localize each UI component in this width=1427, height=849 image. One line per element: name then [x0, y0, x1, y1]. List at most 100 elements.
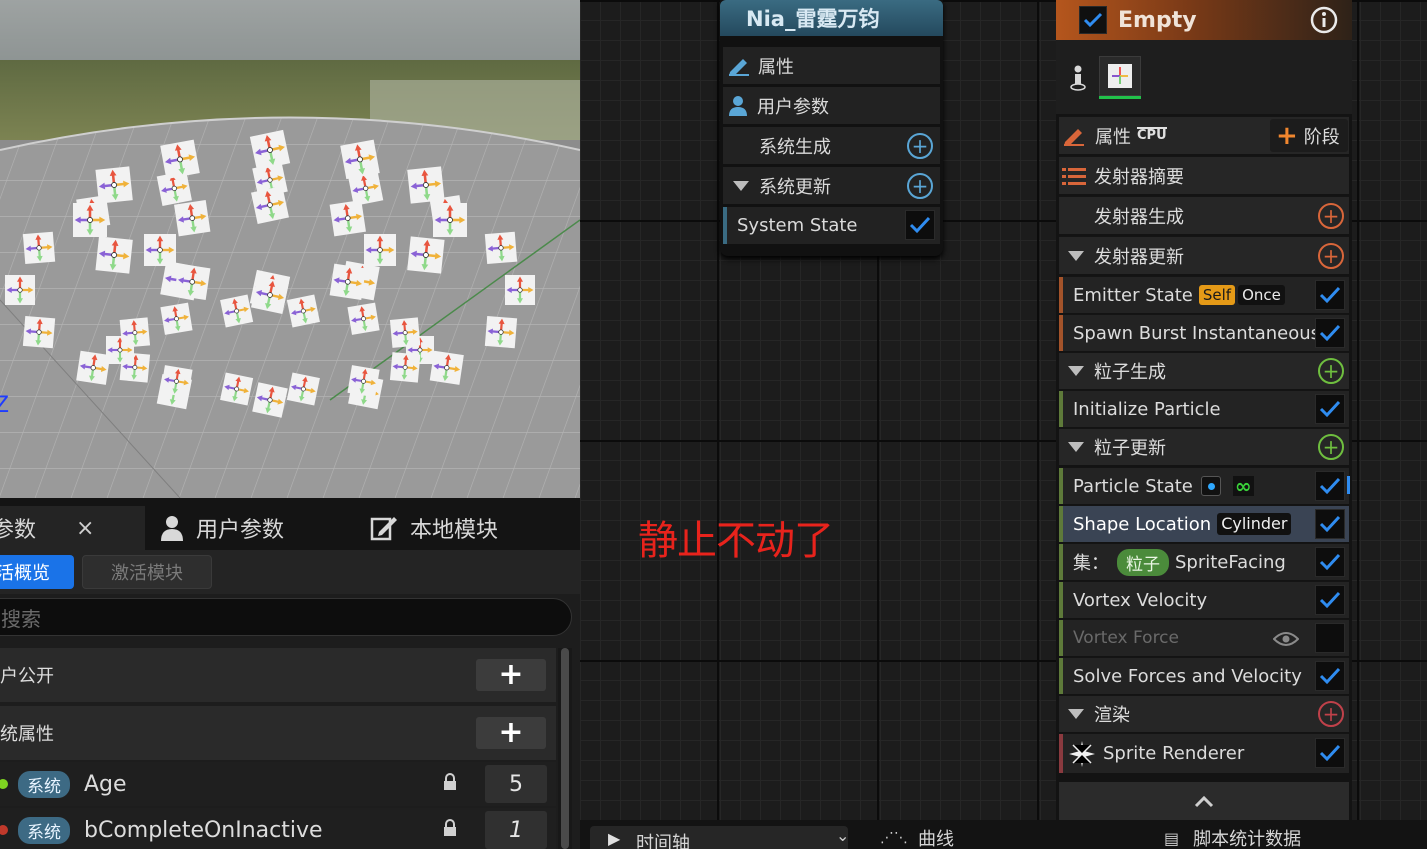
- filter-active-overview[interactable]: 活概览: [0, 555, 74, 589]
- system-node[interactable]: Nia_雷霆万钧 属性 用户参数 系统生成 + 系统更新 + System St…: [720, 0, 943, 256]
- close-icon[interactable]: ×: [76, 516, 94, 541]
- tab-timeline[interactable]: ▶ 时间轴 ⌄: [590, 826, 849, 849]
- tab-user-parameters[interactable]: 用户参数: [160, 506, 284, 550]
- param-value[interactable]: 5: [485, 765, 547, 803]
- chevron-down-icon[interactable]: [1068, 709, 1084, 719]
- module-sprite-renderer[interactable]: Sprite Renderer: [1059, 733, 1349, 773]
- scrollbar-thumb[interactable]: [561, 648, 569, 849]
- particle-sprite: [286, 294, 320, 328]
- particle-spawn-row[interactable]: 粒子生成 +: [1059, 352, 1349, 389]
- chevron-up-icon[interactable]: [1194, 796, 1214, 808]
- system-node-header[interactable]: Nia_雷霆万钧: [720, 0, 943, 36]
- chevron-down-icon[interactable]: [1068, 250, 1084, 261]
- stage-button[interactable]: + 阶段: [1270, 119, 1348, 152]
- particle-namespace-tag: 粒子: [1117, 548, 1169, 576]
- search-input[interactable]: 搜索: [0, 598, 572, 636]
- section-user-exposed[interactable]: 户公开 +: [0, 648, 556, 702]
- particle-update-row[interactable]: 粒子更新 +: [1059, 428, 1349, 465]
- module-enabled-checkbox[interactable]: [1315, 509, 1345, 539]
- module-enabled-checkbox[interactable]: [1315, 738, 1345, 768]
- tab-parameters[interactable]: 参数 ×: [0, 506, 145, 550]
- param-value[interactable]: 1: [485, 811, 547, 849]
- emitter-summary-row[interactable]: 发射器摘要: [1059, 156, 1349, 194]
- system-update-row[interactable]: 系统更新 +: [723, 166, 940, 204]
- collapse-bar[interactable]: [1059, 782, 1349, 822]
- emitter-node[interactable]: Empty 属性 CPU + 阶段 发射器摘要 发射器生成 + 发射器更新 + …: [1056, 0, 1352, 849]
- param-row-bcompleteoninactive[interactable]: 系统 bCompleteOnInactive 1: [0, 808, 556, 849]
- emitter-update-row[interactable]: 发射器更新 +: [1059, 236, 1349, 274]
- eye-icon[interactable]: [1273, 631, 1299, 647]
- module-label: Solve Forces and Velocity: [1073, 665, 1302, 687]
- module-vortex-velocity[interactable]: Vortex Velocity: [1059, 581, 1349, 618]
- add-renderer-icon[interactable]: +: [1318, 701, 1344, 727]
- emitter-thumbnail[interactable]: [1099, 56, 1141, 96]
- system-properties-label: 属性: [758, 56, 794, 78]
- tab-script-stats[interactable]: ▤ 脚本统计数据: [1164, 826, 1301, 849]
- module-enabled-checkbox[interactable]: [1315, 661, 1345, 691]
- particle-sprite: [160, 139, 200, 180]
- system-spawn-row[interactable]: 系统生成 +: [723, 126, 940, 164]
- emitter-properties-row[interactable]: 属性 CPU + 阶段: [1059, 116, 1349, 154]
- add-particle-spawn-icon[interactable]: +: [1318, 358, 1344, 384]
- document-icon: ▤: [1164, 828, 1180, 848]
- tab-local-modules[interactable]: 本地模块: [370, 506, 498, 550]
- emitter-node-header[interactable]: Empty: [1056, 0, 1352, 40]
- section-system-attributes[interactable]: 统属性 +: [0, 706, 556, 760]
- module-enabled-checkbox[interactable]: [1315, 280, 1345, 310]
- chevron-down-icon[interactable]: [1068, 442, 1084, 452]
- particle-update-label: 粒子更新: [1094, 438, 1166, 459]
- param-row-age[interactable]: 系统 Age 5: [0, 762, 556, 806]
- chevron-down-icon[interactable]: ⌄: [836, 826, 849, 845]
- module-shape-location[interactable]: Shape Location Cylinder: [1059, 505, 1349, 542]
- module-solve-forces[interactable]: Solve Forces and Velocity: [1059, 657, 1349, 694]
- tab-curves[interactable]: ⋰⋱ 曲线: [880, 826, 954, 849]
- chevron-down-icon[interactable]: [733, 180, 749, 191]
- user-icon: [729, 95, 747, 116]
- module-label: 集：: [1073, 553, 1109, 574]
- add-user-param-button[interactable]: +: [476, 659, 546, 691]
- module-enabled-checkbox[interactable]: [1315, 585, 1345, 615]
- module-enabled-checkbox[interactable]: [1315, 318, 1345, 348]
- add-particle-update-icon[interactable]: +: [1318, 434, 1344, 460]
- emitter-spawn-row[interactable]: 发射器生成 +: [1059, 196, 1349, 234]
- point-icon: [1200, 476, 1221, 496]
- filter-active-modules[interactable]: 激活模块: [82, 555, 212, 589]
- params-scrollbar[interactable]: [558, 648, 572, 849]
- module-spawn-burst[interactable]: Spawn Burst Instantaneous: [1059, 314, 1349, 351]
- module-color-bar: [1059, 582, 1063, 618]
- info-icon[interactable]: [1310, 6, 1338, 34]
- bottom-tab-bar: ▶ 时间轴 ⌄ ⋰⋱ 曲线 ▤ 脚本统计数据: [580, 820, 1427, 849]
- system-user-params-row[interactable]: 用户参数: [723, 86, 940, 124]
- module-color-bar: [1059, 658, 1063, 694]
- module-label: Vortex Force: [1073, 628, 1179, 648]
- add-system-spawn-icon[interactable]: +: [907, 133, 933, 159]
- preview-viewport[interactable]: Z: [0, 0, 580, 498]
- emitter-update-label: 发射器更新: [1094, 246, 1184, 268]
- add-emitter-spawn-icon[interactable]: +: [1318, 203, 1344, 229]
- add-system-attr-button[interactable]: +: [476, 717, 546, 749]
- module-enabled-checkbox[interactable]: [1315, 394, 1345, 424]
- module-emitter-state[interactable]: Emitter State Self Once: [1059, 276, 1349, 313]
- emitter-enabled-checkbox[interactable]: [1079, 6, 1107, 34]
- render-row[interactable]: 渲染 +: [1059, 695, 1349, 732]
- system-state-checkbox[interactable]: [905, 210, 935, 240]
- chevron-down-icon[interactable]: [1068, 366, 1084, 376]
- particle-sprite: [484, 315, 518, 349]
- module-vortex-force[interactable]: Vortex Force: [1059, 619, 1349, 656]
- add-system-update-icon[interactable]: +: [907, 173, 933, 199]
- module-enabled-checkbox[interactable]: [1315, 547, 1345, 577]
- particle-sprite: [22, 231, 56, 265]
- system-state-row[interactable]: System State: [723, 206, 940, 244]
- render-label: 渲染: [1094, 705, 1130, 726]
- particle-sprite: [160, 302, 193, 335]
- module-enabled-checkbox[interactable]: [1315, 623, 1345, 653]
- add-emitter-update-icon[interactable]: +: [1318, 243, 1344, 269]
- module-particle-state[interactable]: Particle State ∞: [1059, 467, 1350, 504]
- system-properties-row[interactable]: 属性: [723, 46, 940, 84]
- module-label: Particle State: [1073, 475, 1193, 497]
- particle-sprite: [251, 276, 289, 314]
- module-set-sprite-facing[interactable]: 集： 粒子 SpriteFacing: [1059, 543, 1349, 580]
- module-enabled-checkbox[interactable]: [1315, 471, 1345, 501]
- module-initialize-particle[interactable]: Initialize Particle: [1059, 390, 1349, 427]
- emitter-spawn-label: 发射器生成: [1094, 206, 1184, 228]
